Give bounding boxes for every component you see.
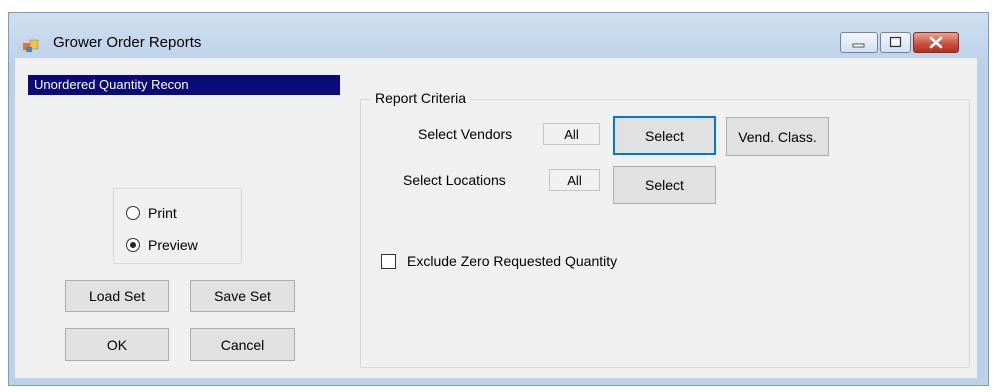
exclude-zero-label: Exclude Zero Requested Quantity bbox=[407, 253, 618, 269]
select-locations-label: Select Locations bbox=[403, 172, 506, 188]
cancel-button[interactable]: Cancel bbox=[190, 328, 295, 361]
print-option[interactable]: Print bbox=[126, 205, 177, 221]
ok-button[interactable]: OK bbox=[65, 328, 169, 361]
locations-value: All bbox=[549, 169, 600, 191]
grower-order-reports-window: Grower Order Reports Unordered Quantity … bbox=[8, 12, 989, 386]
window-title: Grower Order Reports bbox=[53, 34, 202, 51]
app-window-icon bbox=[23, 39, 39, 52]
save-set-button[interactable]: Save Set bbox=[190, 280, 295, 312]
select-locations-button[interactable]: Select bbox=[613, 166, 716, 204]
load-set-button[interactable]: Load Set bbox=[65, 280, 169, 312]
minimize-icon bbox=[852, 43, 865, 48]
close-icon bbox=[929, 36, 943, 49]
minimize-button[interactable] bbox=[840, 32, 878, 53]
preview-label: Preview bbox=[148, 237, 198, 253]
select-vendors-button[interactable]: Select bbox=[613, 116, 716, 155]
exclude-zero-checkbox[interactable] bbox=[381, 254, 396, 269]
output-option-group: Print Preview bbox=[113, 188, 242, 264]
report-list-item-selected[interactable]: Unordered Quantity Recon bbox=[28, 75, 340, 95]
title-bar[interactable]: Grower Order Reports bbox=[9, 13, 988, 58]
maximize-icon bbox=[889, 36, 902, 48]
select-vendors-label: Select Vendors bbox=[418, 126, 513, 142]
close-button[interactable] bbox=[913, 32, 959, 53]
preview-radio[interactable] bbox=[126, 238, 140, 252]
preview-option[interactable]: Preview bbox=[126, 237, 198, 253]
maximize-button[interactable] bbox=[880, 32, 911, 53]
dialog-body: Unordered Quantity Recon Print Preview L… bbox=[15, 58, 977, 378]
vendors-value: All bbox=[543, 123, 600, 145]
print-radio[interactable] bbox=[126, 206, 140, 220]
report-criteria-label: Report Criteria bbox=[371, 90, 471, 106]
print-label: Print bbox=[148, 205, 177, 221]
vend-class-button[interactable]: Vend. Class. bbox=[726, 117, 829, 156]
